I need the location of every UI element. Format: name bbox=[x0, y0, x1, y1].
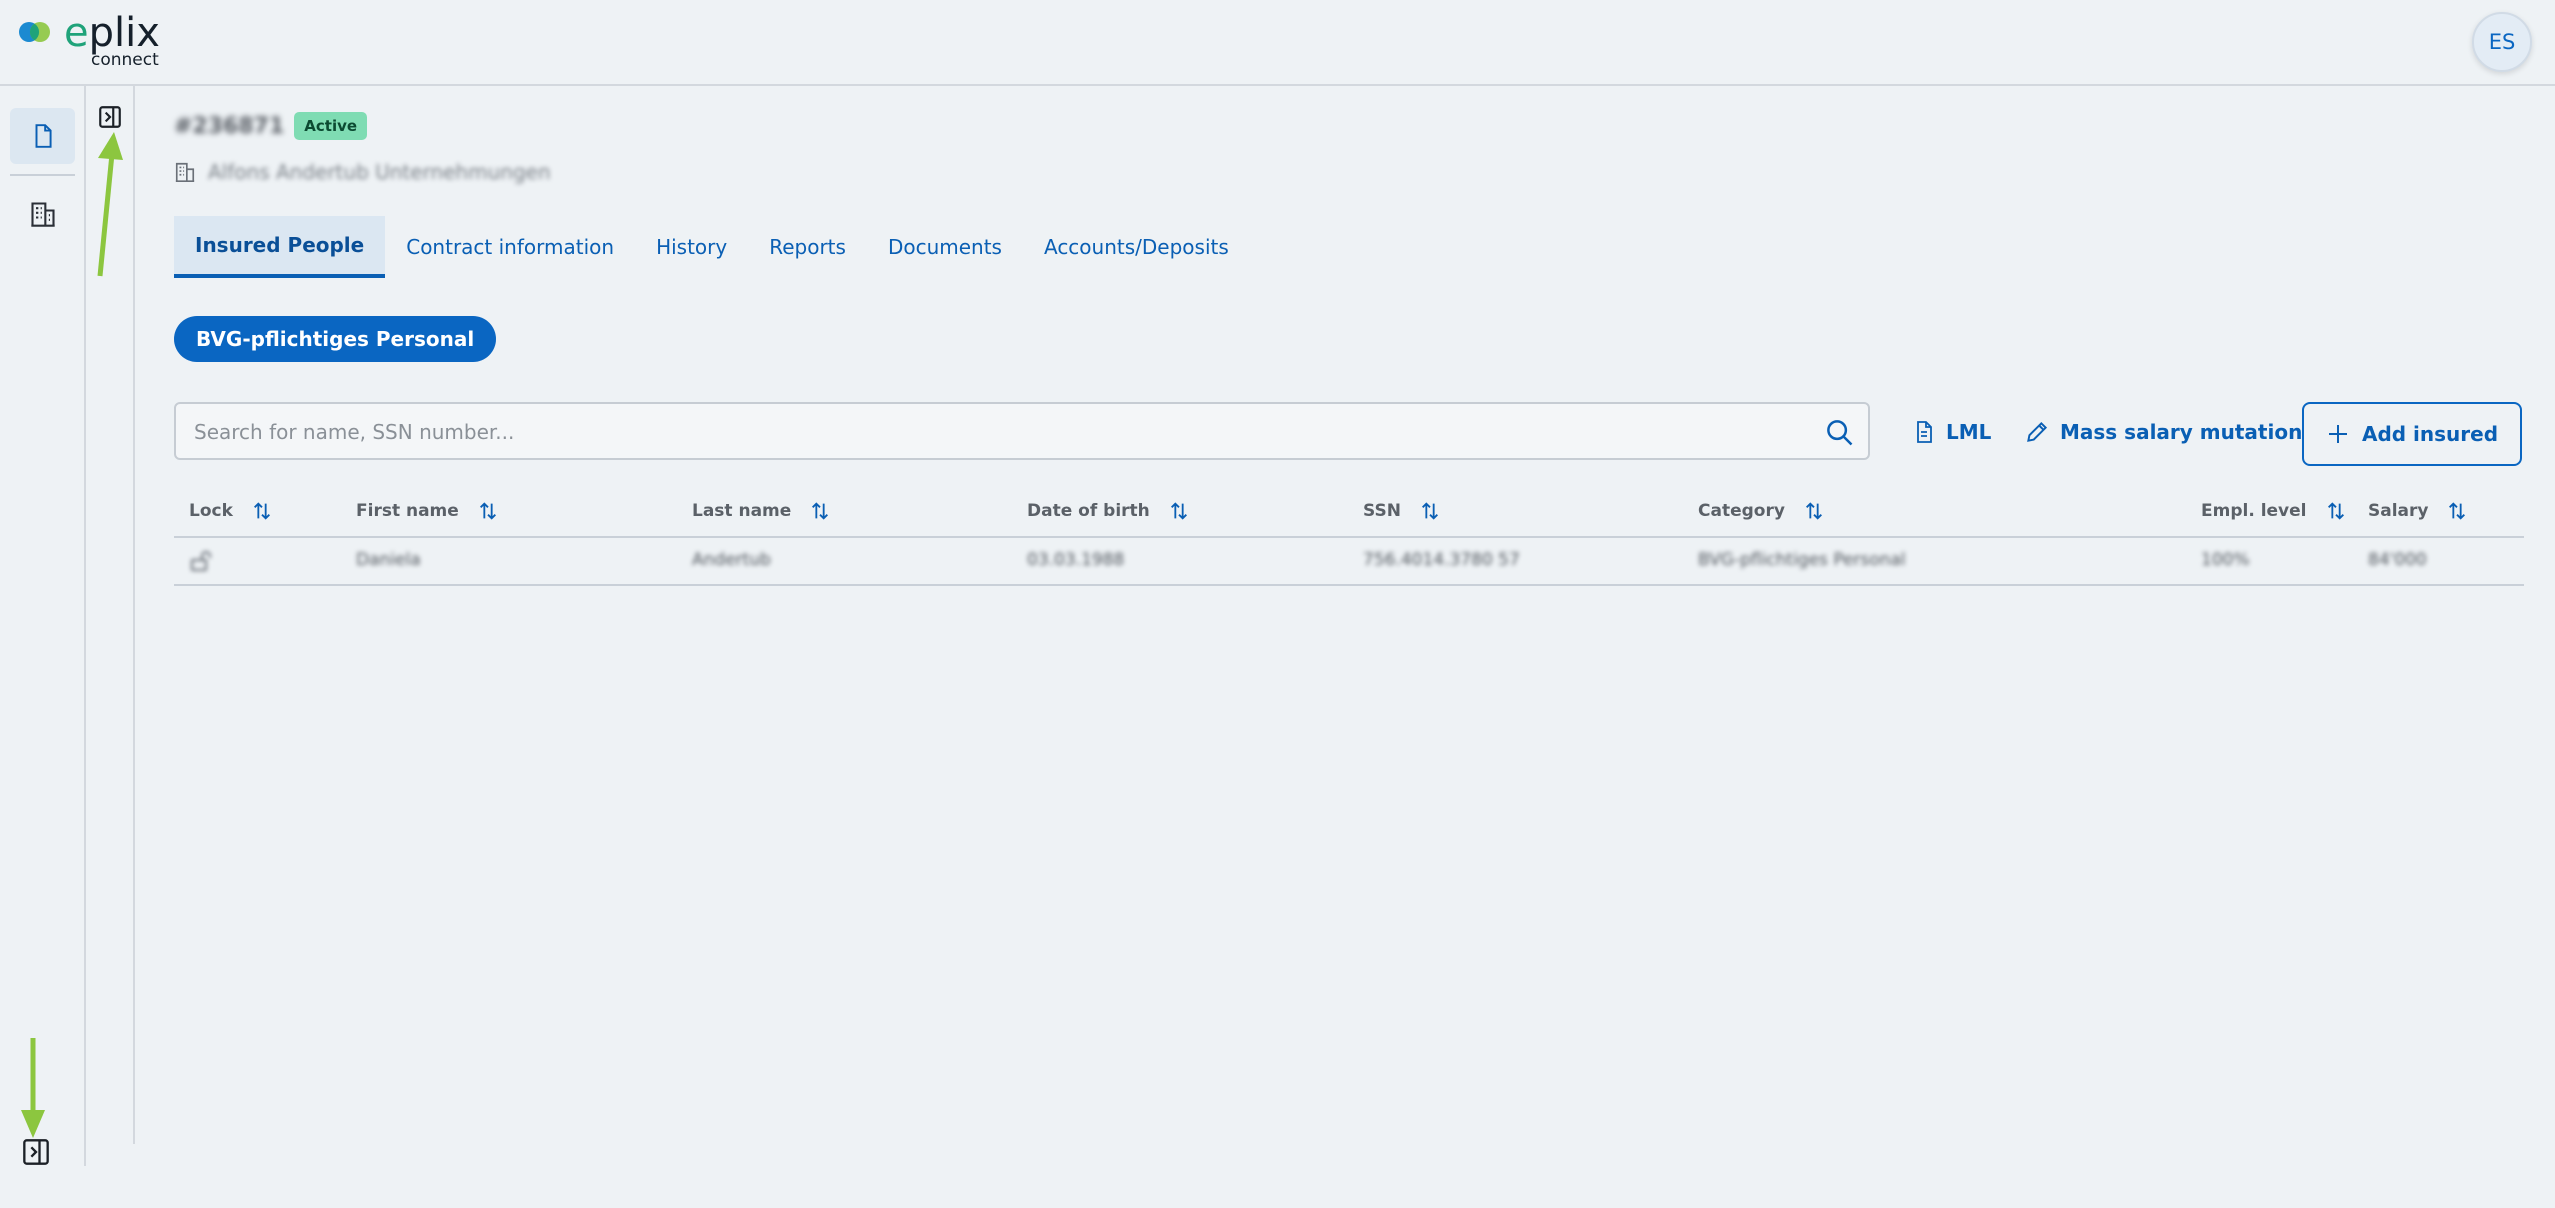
logo-mark-icon bbox=[19, 22, 50, 42]
sort-icon bbox=[2327, 502, 2344, 520]
mass-salary-label: Mass salary mutation bbox=[2060, 420, 2303, 444]
column-header-salary[interactable]: Salary bbox=[2368, 500, 2468, 522]
contract-title-row: #236871 Active bbox=[174, 110, 368, 142]
plus-icon bbox=[2328, 425, 2347, 443]
cell-salary: 84'000 bbox=[2368, 550, 2427, 570]
insured-table: Lock First name Last name Date of birth … bbox=[174, 490, 2524, 586]
rail-item-companies[interactable] bbox=[10, 186, 75, 242]
company-row: Alfons Andertub Unternehmungen bbox=[174, 160, 551, 184]
column-header-first-name[interactable]: First name bbox=[356, 500, 499, 522]
status-badge: Active bbox=[294, 112, 368, 140]
tab-history[interactable]: History bbox=[635, 216, 748, 278]
document-icon bbox=[35, 124, 52, 148]
rail-item-contracts[interactable] bbox=[10, 108, 75, 164]
filter-chip-bvg[interactable]: BVG-pflichtiges Personal bbox=[174, 316, 497, 362]
cell-last-name: Andertub bbox=[692, 550, 771, 570]
expand-sidebar-icon[interactable] bbox=[22, 1138, 50, 1166]
sort-icon bbox=[479, 502, 496, 520]
cell-first-name: Daniela bbox=[356, 550, 421, 570]
search-input[interactable] bbox=[194, 414, 1794, 450]
logo-subtitle: connect bbox=[91, 50, 159, 70]
add-insured-label: Add insured bbox=[2361, 422, 2499, 446]
building-icon bbox=[175, 162, 195, 182]
cell-ssn: 756.4014.3780 57 bbox=[1363, 550, 1520, 570]
sort-icon bbox=[1170, 502, 1187, 520]
annotation-arrow-up bbox=[97, 132, 123, 277]
column-header-last-name[interactable]: Last name bbox=[692, 500, 831, 522]
sort-icon bbox=[1805, 502, 1822, 520]
building-icon bbox=[30, 202, 55, 227]
column-header-empl-level[interactable]: Empl. level bbox=[2201, 500, 2347, 522]
column-header-date-of-birth[interactable]: Date of birth bbox=[1027, 500, 1190, 522]
search-icon[interactable] bbox=[1824, 417, 1854, 447]
app-header: eplix connect ES bbox=[0, 0, 2555, 86]
lml-label: LML bbox=[1946, 420, 1992, 444]
tab-insured-people[interactable]: Insured People bbox=[174, 216, 386, 278]
contract-tabs: Insured People Contract information Hist… bbox=[174, 216, 1250, 278]
column-header-ssn[interactable]: SSN bbox=[1363, 500, 1441, 522]
secondary-panel-divider bbox=[133, 86, 135, 1144]
add-insured-button[interactable]: Add insured bbox=[2302, 402, 2522, 466]
document-icon bbox=[1917, 421, 1932, 443]
cell-date-of-birth: 03.03.1988 bbox=[1027, 550, 1125, 570]
contract-number: #236871 bbox=[174, 113, 285, 139]
collapse-panel-icon[interactable] bbox=[97, 104, 123, 130]
annotation-arrow-down bbox=[21, 1038, 45, 1138]
cell-empl-level: 100% bbox=[2201, 550, 2250, 570]
sort-icon bbox=[812, 502, 829, 520]
unlock-icon[interactable] bbox=[190, 550, 214, 572]
sort-icon bbox=[2449, 502, 2466, 520]
lml-button[interactable]: LML bbox=[1912, 406, 1991, 458]
rail-separator bbox=[10, 174, 75, 176]
sort-icon bbox=[1421, 502, 1438, 520]
column-header-category[interactable]: Category bbox=[1698, 500, 1825, 522]
column-header-lock[interactable]: Lock bbox=[189, 500, 273, 522]
table-row[interactable]: Daniela Andertub 03.03.1988 756.4014.378… bbox=[174, 538, 2524, 586]
cell-category: BVG-pflichtiges Personal bbox=[1698, 550, 1906, 570]
eplix-logo[interactable]: eplix connect bbox=[18, 10, 168, 70]
tab-accounts-deposits[interactable]: Accounts/Deposits bbox=[1023, 216, 1250, 278]
sort-icon bbox=[253, 502, 270, 520]
tab-documents[interactable]: Documents bbox=[867, 216, 1023, 278]
search-box bbox=[174, 402, 1870, 460]
pencil-icon bbox=[2027, 421, 2048, 442]
tab-contract-information[interactable]: Contract information bbox=[385, 216, 635, 278]
company-name[interactable]: Alfons Andertub Unternehmungen bbox=[208, 160, 551, 184]
mass-salary-mutation-button[interactable]: Mass salary mutation bbox=[2024, 406, 2302, 458]
table-header: Lock First name Last name Date of birth … bbox=[174, 490, 2524, 538]
tab-reports[interactable]: Reports bbox=[748, 216, 867, 278]
left-rail bbox=[0, 86, 86, 1166]
user-avatar[interactable]: ES bbox=[2472, 12, 2532, 72]
